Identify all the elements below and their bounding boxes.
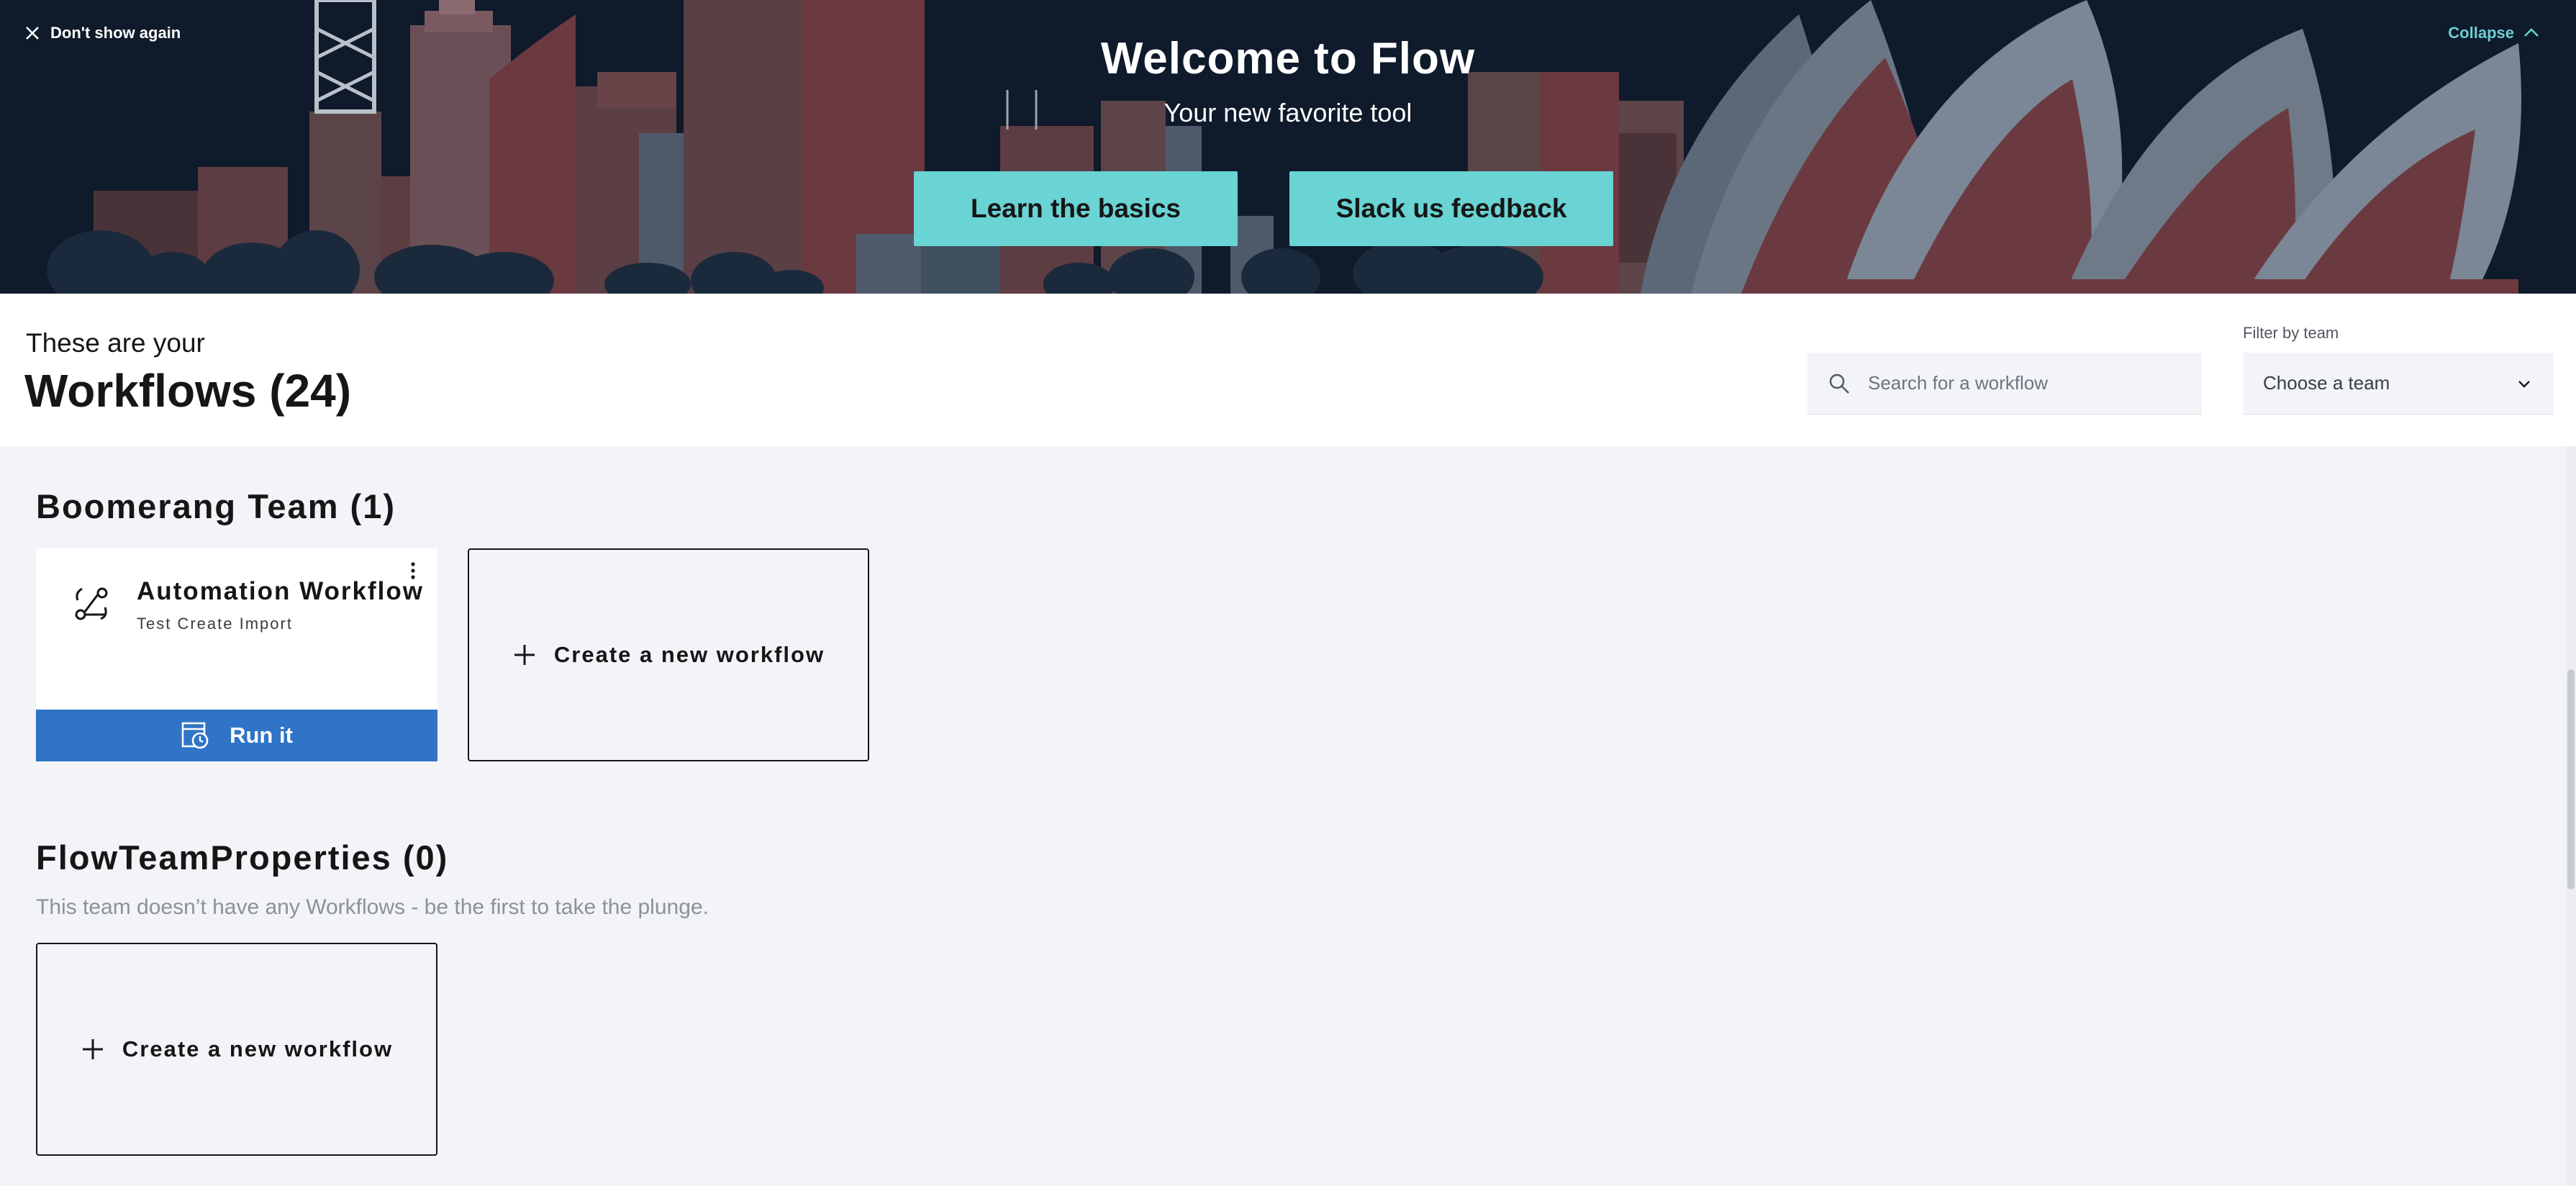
team-filter-dropdown[interactable]: Choose a team: [2243, 353, 2554, 415]
overflow-menu-icon[interactable]: [404, 558, 422, 583]
scrollbar-thumb[interactable]: [2567, 669, 2575, 890]
search-icon: [1829, 374, 1849, 394]
run-it-label: Run it: [230, 723, 293, 748]
workflow-name: Automation Workflow: [137, 577, 424, 605]
page-title: Workflows (24): [24, 365, 351, 417]
search-input[interactable]: [1868, 372, 2185, 394]
welcome-title: Welcome to Flow: [1100, 34, 1476, 83]
create-workflow-card[interactable]: Create a new workflow: [468, 548, 869, 761]
chevron-down-icon: [2518, 380, 2530, 388]
learn-basics-button[interactable]: Learn the basics: [914, 171, 1238, 246]
workflow-card[interactable]: Automation Workflow Test Create Import R…: [36, 548, 437, 761]
filter-by-team-label: Filter by team: [2243, 324, 2339, 342]
team-filter-value: Choose a team: [2263, 372, 2390, 394]
create-workflow-label: Create a new workflow: [553, 642, 825, 667]
slack-feedback-button[interactable]: Slack us feedback: [1289, 171, 1613, 246]
section-title-boomerang-team: Boomerang Team (1): [36, 487, 396, 525]
welcome-subtitle: Your new favorite tool: [1164, 98, 1412, 127]
plus-icon: [514, 645, 535, 665]
empty-team-message: This team doesn’t have any Workflows - b…: [36, 895, 709, 919]
workflow-icon: [75, 587, 108, 620]
run-schedule-icon: [181, 722, 209, 749]
run-it-button[interactable]: Run it: [36, 710, 437, 761]
section-title-flowteamproperties: FlowTeamProperties (0): [36, 838, 449, 877]
plus-icon: [82, 1039, 103, 1059]
search-field[interactable]: [1808, 353, 2202, 415]
workflow-description: Test Create Import: [137, 615, 293, 633]
welcome-banner: Don't show again Collapse Welcome to Flo…: [0, 0, 2576, 294]
create-workflow-label: Create a new workflow: [122, 1036, 394, 1061]
create-workflow-card[interactable]: Create a new workflow: [36, 943, 437, 1156]
header-kicker: These are your: [26, 328, 205, 358]
